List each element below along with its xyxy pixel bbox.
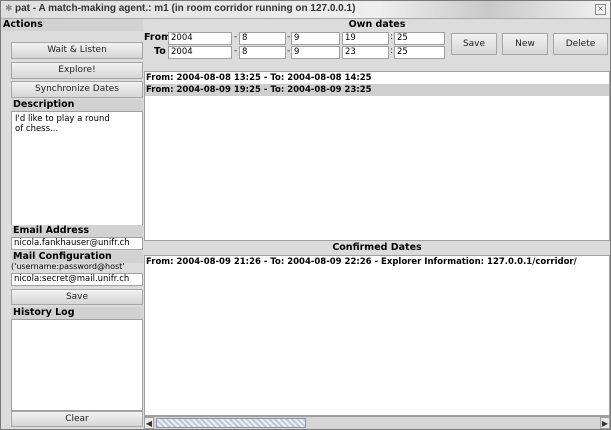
clear-button[interactable]: Clear	[11, 411, 143, 427]
close-icon[interactable]: ×	[595, 4, 606, 15]
to-year-field[interactable]: 2004	[168, 46, 232, 59]
description-textarea[interactable]: I'd like to play a round of chess...	[11, 111, 143, 241]
from-label: From	[144, 32, 171, 43]
to-minute-field[interactable]: 25	[394, 46, 445, 59]
from-hour-field[interactable]: 19	[342, 32, 389, 45]
email-header: Email Address	[11, 225, 143, 237]
own-dates-list[interactable]: From: 2004-08-08 13:25 - To: 2004-08-08 …	[144, 71, 610, 241]
list-item[interactable]: From: 2004-08-09 21:26 - To: 2004-08-09 …	[145, 256, 609, 268]
save-date-button[interactable]: Save	[451, 33, 497, 55]
scroll-right-icon[interactable]: ▶	[600, 417, 610, 429]
from-minute-field[interactable]: 25	[394, 32, 445, 45]
mail-config-hint: ('username:password@host'	[11, 262, 125, 271]
new-date-button[interactable]: New	[502, 33, 548, 55]
to-month-field[interactable]: 8	[239, 46, 286, 59]
actions-header: Actions	[1, 19, 143, 31]
scroll-left-icon[interactable]: ◀	[144, 417, 154, 429]
app-window: ✱ pat - A match-making agent.: m1 (in ro…	[0, 0, 611, 430]
to-label: To	[154, 46, 166, 57]
confirmed-dates-list[interactable]: From: 2004-08-09 21:26 - To: 2004-08-09 …	[144, 255, 610, 416]
to-day-field[interactable]: 9	[291, 46, 340, 59]
explore-button[interactable]: Explore!	[11, 62, 143, 79]
history-log[interactable]	[11, 319, 143, 411]
mail-config-field[interactable]: nicola:secret@mail.unifr.ch	[11, 273, 143, 286]
from-sep-1: -	[234, 32, 238, 42]
history-header: History Log	[11, 307, 143, 319]
to-sep-2: -	[287, 46, 291, 56]
right-panel: Own dates From 2004 - 8 - 9 19 : 25 To 2…	[144, 19, 610, 429]
horizontal-scrollbar[interactable]: ◀ ▶	[144, 416, 610, 429]
pin-icon[interactable]: ✱	[5, 4, 13, 14]
list-item[interactable]: From: 2004-08-09 19:25 - To: 2004-08-09 …	[145, 84, 609, 96]
from-day-field[interactable]: 9	[291, 32, 340, 45]
confirmed-dates-header: Confirmed Dates	[332, 242, 422, 253]
to-sep-1: -	[234, 46, 238, 56]
left-panel: Actions Wait & Listen Explore! Synchroni…	[1, 19, 143, 429]
from-sep-3: :	[390, 32, 394, 42]
mail-save-button[interactable]: Save	[11, 289, 143, 305]
window-title: pat - A match-making agent.: m1 (in room…	[15, 3, 356, 14]
to-hour-field[interactable]: 23	[342, 46, 389, 59]
from-month-field[interactable]: 8	[239, 32, 286, 45]
title-bar: ✱ pat - A match-making agent.: m1 (in ro…	[1, 1, 610, 19]
wait-listen-button[interactable]: Wait & Listen	[11, 42, 143, 59]
from-year-field[interactable]: 2004	[168, 32, 232, 45]
delete-date-button[interactable]: Delete	[553, 33, 608, 55]
synchronize-dates-button[interactable]: Synchronize Dates	[11, 81, 143, 98]
list-item[interactable]: From: 2004-08-08 13:25 - To: 2004-08-08 …	[145, 72, 609, 84]
scrollbar-thumb[interactable]	[156, 418, 306, 428]
from-sep-2: -	[287, 32, 291, 42]
own-dates-header: Own dates	[348, 19, 406, 30]
description-header: Description	[11, 99, 143, 111]
to-sep-3: :	[390, 46, 394, 56]
email-field[interactable]: nicola.fankhauser@unifr.ch	[11, 237, 143, 250]
